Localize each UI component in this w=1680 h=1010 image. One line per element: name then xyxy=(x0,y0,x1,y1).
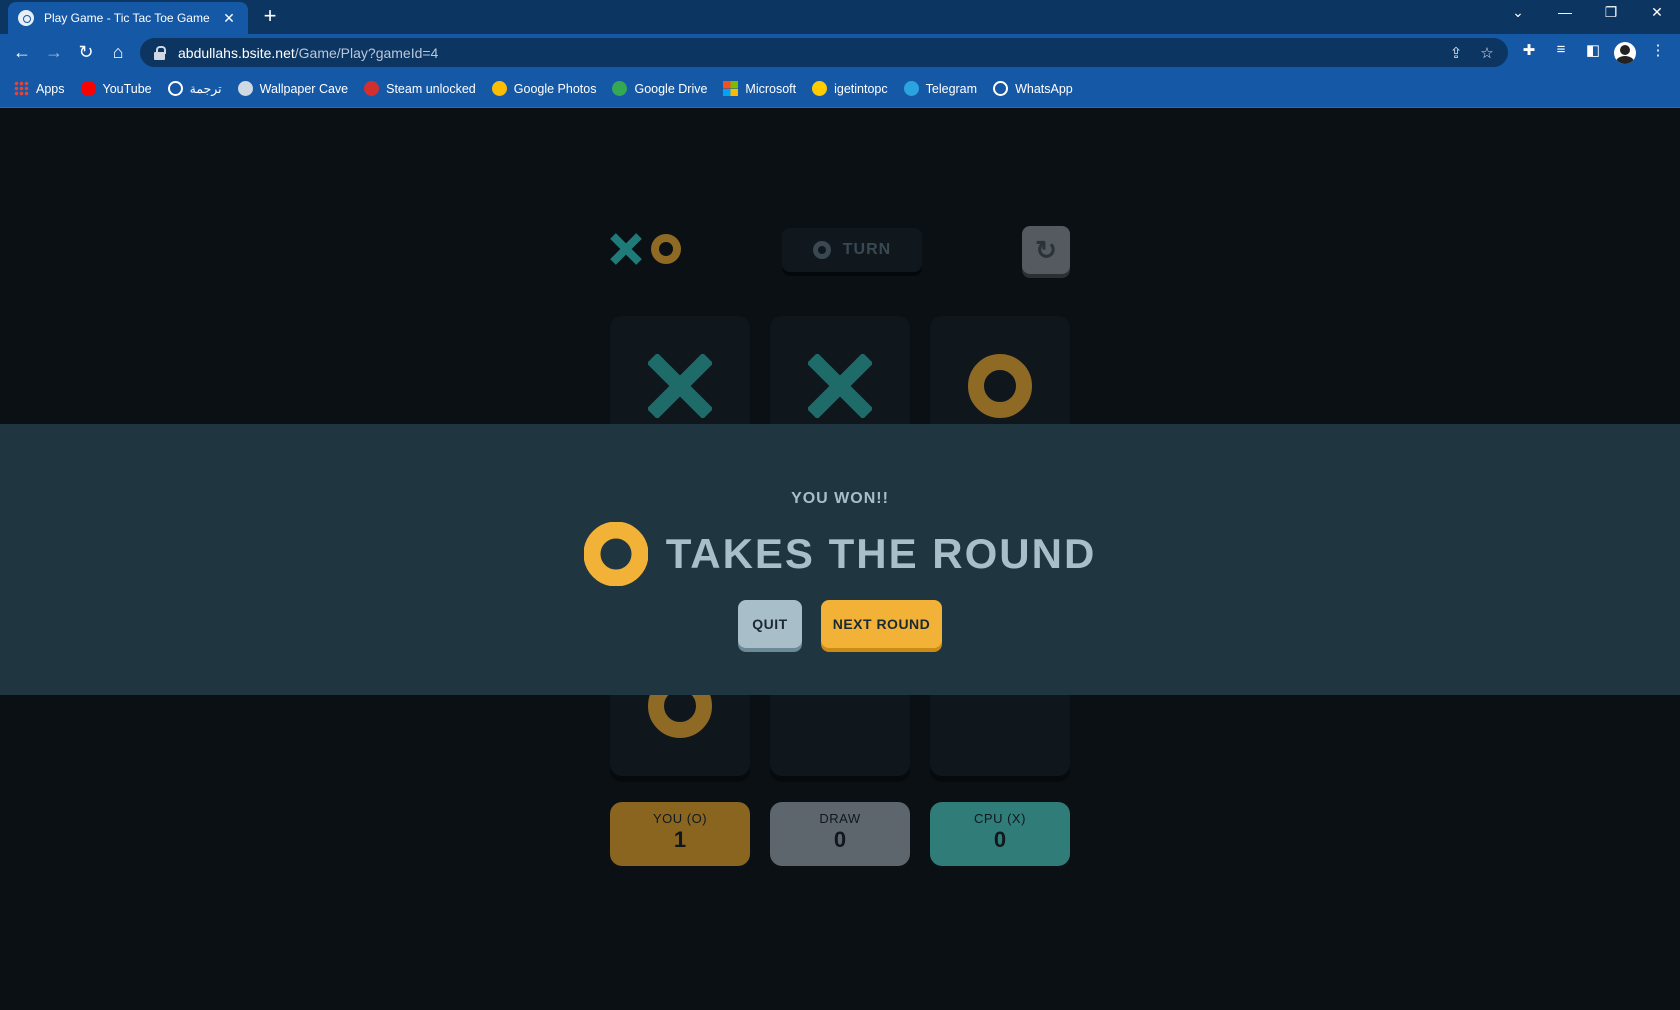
result-headline-row: TAKES THE ROUND xyxy=(0,522,1680,586)
winner-o-icon xyxy=(583,522,648,586)
bookmark-label: ترجمة xyxy=(189,82,222,96)
next-round-button[interactable]: NEXT ROUND xyxy=(821,600,942,648)
xo-logo-icon xyxy=(610,233,681,265)
apps-grid-icon xyxy=(14,81,29,96)
back-button[interactable]: ← xyxy=(10,41,34,63)
quit-button[interactable]: QUIT xyxy=(738,600,802,648)
score-label: CPU (X) xyxy=(974,811,1026,826)
restart-button[interactable]: ↻ xyxy=(1022,226,1070,274)
bookmark-globe[interactable]: ترجمة xyxy=(167,81,222,96)
bookmark-igetintopc[interactable]: igetintopc xyxy=(812,81,888,96)
youtube-icon xyxy=(80,81,96,96)
media-controls-icon[interactable]: ≡ xyxy=(1550,41,1572,58)
game-page: TURN ↻ YOU (O) 1 DRAW 0 CPU (X) 0 YOU WON!! T… xyxy=(0,108,1680,1010)
o-mark-icon xyxy=(968,354,1032,418)
reload-button[interactable]: ↻ xyxy=(74,41,98,63)
bookmark-star-icon[interactable]: ☆ xyxy=(1478,44,1496,62)
forward-button[interactable]: → xyxy=(42,41,66,63)
score-card: DRAW 0 xyxy=(770,802,910,866)
url-host: abdullahs.bsite.net xyxy=(178,44,295,61)
tab-search-chevron-icon[interactable]: ⌄ xyxy=(1503,4,1533,21)
side-panel-icon[interactable]: ◧ xyxy=(1582,41,1604,59)
turn-o-icon xyxy=(812,241,831,259)
home-button[interactable]: ⌂ xyxy=(106,41,130,63)
wallpaper-cave-icon xyxy=(237,81,253,96)
microsoft-icon xyxy=(723,81,739,96)
profile-avatar[interactable] xyxy=(1614,42,1636,64)
score-label: DRAW xyxy=(819,811,861,826)
turn-indicator: TURN xyxy=(782,228,922,272)
score-label: YOU (O) xyxy=(652,811,708,826)
bookmarks-bar: Apps YouTube ترجمة Wallpaper Cave Steam unlo… xyxy=(0,70,1680,108)
x-mark-icon xyxy=(808,354,872,418)
url-path: /Game/Play?gameId=4 xyxy=(294,44,439,61)
telegram-icon xyxy=(903,81,919,96)
site-favicon-icon xyxy=(18,10,34,26)
address-bar[interactable]: abdullahs.bsite.net/Game/Play?gameId=4 ⇪… xyxy=(140,38,1508,67)
bookmark-label: igetintopc xyxy=(834,81,888,96)
turn-label: TURN xyxy=(842,241,892,258)
bookmark-apps-grid[interactable]: Apps xyxy=(14,81,65,96)
browser-tab-active[interactable]: Play Game - Tic Tac Toe Game ✕ xyxy=(8,2,248,34)
minimize-button[interactable]: — xyxy=(1550,4,1580,20)
x-mark-icon xyxy=(648,354,712,418)
steam-unlocked-icon xyxy=(364,81,380,96)
bookmark-label: Microsoft xyxy=(745,81,797,96)
bookmark-wallpaper-cave[interactable]: Wallpaper Cave xyxy=(237,81,349,96)
bookmark-google-photos[interactable]: Google Photos xyxy=(491,81,597,96)
bookmark-label: Telegram xyxy=(925,81,978,96)
result-subtitle: YOU WON!! xyxy=(791,490,889,507)
bookmark-label: Steam unlocked xyxy=(386,81,476,96)
new-tab-button[interactable]: + xyxy=(258,5,282,27)
google-photos-icon xyxy=(491,81,507,96)
whatsapp-icon xyxy=(993,81,1009,96)
bookmark-label: WhatsApp xyxy=(1015,81,1073,96)
bookmark-label: Google Drive xyxy=(634,81,708,96)
tab-close-icon[interactable]: ✕ xyxy=(220,10,238,27)
score-card: CPU (X) 0 xyxy=(930,802,1070,866)
tab-strip: Play Game - Tic Tac Toe Game ✕ + ⌄ — ❐ ✕ xyxy=(0,0,1680,34)
bookmark-label: Google Photos xyxy=(513,81,597,96)
browser-toolbar: ← → ↻ ⌂ abdullahs.bsite.net/Game/Play?ga… xyxy=(0,34,1680,70)
menu-kebab-icon[interactable]: ⋮ xyxy=(1647,41,1669,59)
bookmark-youtube[interactable]: YouTube xyxy=(80,81,152,96)
tab-title: Play Game - Tic Tac Toe Game xyxy=(44,11,210,25)
bookmark-label: Apps xyxy=(36,81,65,96)
bookmark-microsoft[interactable]: Microsoft xyxy=(723,81,796,96)
google-drive-icon xyxy=(612,81,628,96)
bookmark-google-drive[interactable]: Google Drive xyxy=(612,81,707,96)
result-headline: TAKES THE ROUND xyxy=(665,530,1097,577)
score-value: 0 xyxy=(993,827,1007,852)
score-card: YOU (O) 1 xyxy=(610,802,750,866)
restart-icon: ↻ xyxy=(1035,235,1057,265)
close-window-button[interactable]: ✕ xyxy=(1642,4,1672,21)
globe-icon xyxy=(167,81,183,96)
score-value: 0 xyxy=(833,827,847,852)
result-banner: YOU WON!! TAKES THE ROUND QUIT NEXT ROUN… xyxy=(0,424,1680,695)
bookmark-telegram[interactable]: Telegram xyxy=(903,81,978,96)
bookmark-label: YouTube xyxy=(102,81,152,96)
igetintopc-icon xyxy=(812,81,828,96)
restore-button[interactable]: ❐ xyxy=(1596,4,1626,21)
lock-icon xyxy=(154,45,166,60)
bookmark-whatsapp[interactable]: WhatsApp xyxy=(993,81,1073,96)
extensions-icon[interactable]: ✚ xyxy=(1518,41,1540,59)
score-value: 1 xyxy=(673,827,687,852)
bookmark-steam-unlocked[interactable]: Steam unlocked xyxy=(364,81,476,96)
bookmark-label: Wallpaper Cave xyxy=(259,81,349,96)
share-icon[interactable]: ⇪ xyxy=(1447,44,1465,62)
